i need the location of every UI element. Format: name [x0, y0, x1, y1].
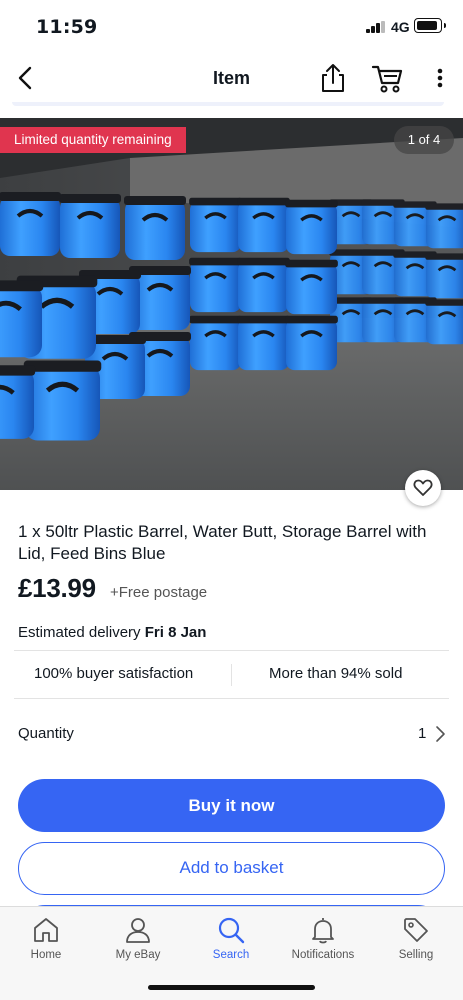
nav-notifications-label: Notifications — [291, 949, 355, 961]
search-icon — [218, 917, 245, 944]
heart-icon — [413, 479, 433, 496]
estimated-delivery: Estimated delivery Fri 8 Jan — [18, 624, 206, 641]
delivery-date: Fri 8 Jan — [144, 624, 207, 641]
battery-icon — [414, 18, 446, 33]
watch-button[interactable] — [405, 470, 441, 506]
share-icon — [322, 64, 344, 92]
cart-icon — [371, 65, 403, 93]
divider — [14, 650, 449, 651]
more-icon — [437, 68, 443, 88]
nav-search-label: Search — [212, 949, 250, 961]
quantity-label: Quantity — [18, 725, 74, 742]
header-divider — [12, 102, 444, 106]
image-gallery[interactable] — [0, 118, 463, 490]
nav-my-ebay-label: My eBay — [115, 949, 161, 961]
nav-selling[interactable]: Selling — [370, 915, 462, 961]
status-bar: 11:59 4G — [0, 0, 463, 52]
nav-notifications[interactable]: Notifications — [277, 915, 369, 961]
chevron-right-icon[interactable] — [434, 725, 446, 743]
image-counter: 1 of 4 — [394, 126, 454, 154]
signal-icon — [366, 21, 386, 33]
nav-my-ebay[interactable]: My eBay — [92, 915, 184, 961]
sold-percentage-stat: More than 94% sold — [269, 665, 403, 682]
postage-info: +Free postage — [110, 584, 208, 601]
nav-home[interactable]: Home — [0, 915, 92, 961]
app-header: Item — [0, 52, 463, 104]
share-button[interactable] — [317, 62, 349, 94]
cart-button[interactable] — [370, 62, 404, 94]
nav-selling-label: Selling — [398, 949, 434, 961]
quantity-selector[interactable]: 1 — [418, 725, 426, 742]
more-options-button[interactable] — [428, 62, 452, 94]
network-label: 4G — [391, 19, 410, 35]
tag-icon — [404, 918, 428, 942]
buyer-satisfaction-stat: 100% buyer satisfaction — [34, 665, 194, 682]
home-indicator[interactable] — [148, 985, 315, 990]
item-title: 1 x 50ltr Plastic Barrel, Water Butt, St… — [18, 522, 427, 563]
limited-quantity-badge: Limited quantity remaining — [0, 127, 186, 153]
photo-of-blue-barrels — [0, 118, 463, 490]
stat-separator — [231, 664, 232, 686]
person-icon — [126, 918, 150, 943]
nav-search[interactable]: Search — [185, 915, 277, 961]
nav-home-label: Home — [30, 949, 62, 961]
delivery-label: Estimated delivery — [18, 624, 141, 641]
divider — [14, 698, 449, 699]
buy-it-now-button[interactable]: Buy it now — [18, 779, 445, 832]
item-price: £13.99 — [18, 573, 96, 603]
bell-icon — [312, 918, 334, 944]
add-to-basket-button[interactable]: Add to basket — [18, 842, 445, 895]
home-icon — [34, 918, 58, 942]
status-time: 11:59 — [36, 16, 98, 38]
